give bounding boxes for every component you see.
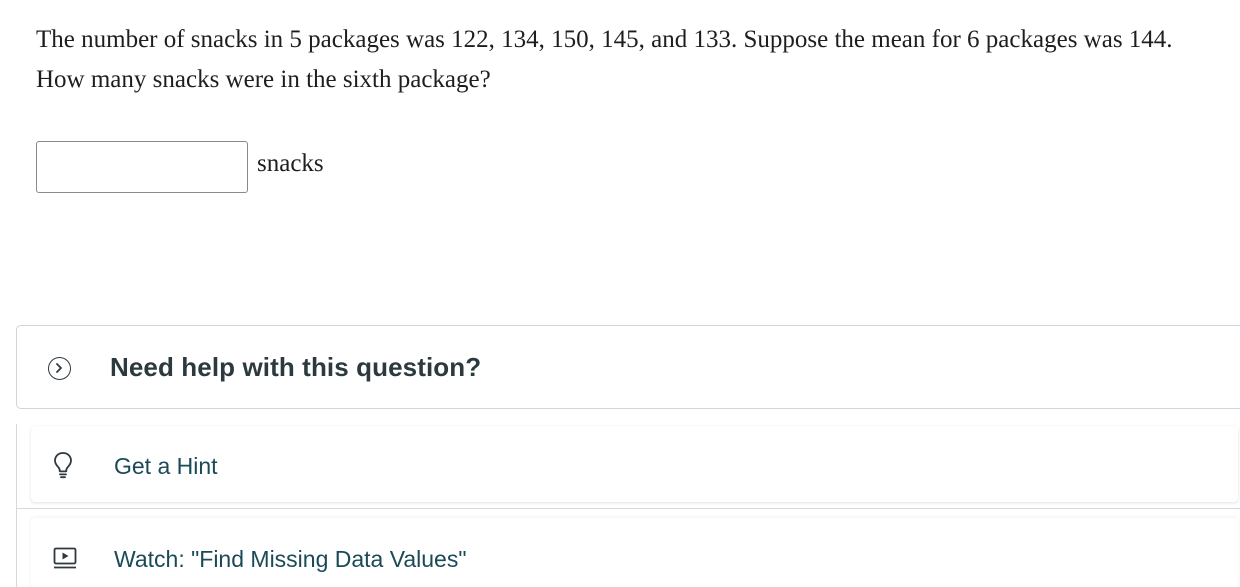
divider	[17, 508, 1240, 509]
answer-row: snacks	[36, 141, 324, 193]
video-icon	[53, 547, 77, 574]
need-help-toggle[interactable]: Need help with this question?	[16, 325, 1240, 409]
answer-input[interactable]	[36, 141, 248, 193]
question-text: The number of snacks in 5 packages was 1…	[36, 26, 1173, 93]
lightbulb-icon	[53, 451, 73, 484]
need-help-label: Need help with this question?	[110, 352, 482, 382]
get-hint-label: Get a Hint	[114, 453, 218, 479]
watch-video-label: Watch: "Find Missing Data Values"	[114, 546, 467, 572]
watch-video-button[interactable]: Watch: "Find Missing Data Values"	[31, 518, 1238, 587]
help-panel: Get a Hint Watch: "Find Missing Data Val…	[16, 424, 1240, 587]
get-hint-button[interactable]: Get a Hint	[31, 426, 1238, 502]
answer-unit-label: snacks	[257, 150, 324, 177]
chevron-right-icon	[48, 357, 71, 380]
